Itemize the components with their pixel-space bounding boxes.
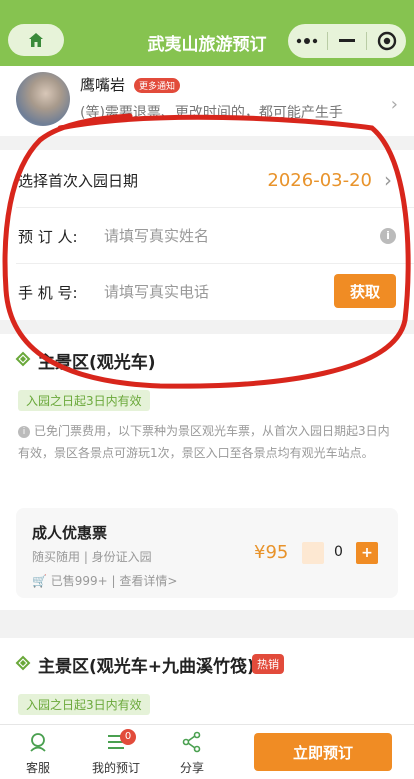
- more-dots-icon: [297, 38, 318, 44]
- hot-badge: 热销: [252, 654, 284, 674]
- chevron-right-icon: ›: [390, 94, 398, 115]
- book-now-button[interactable]: 立即预订: [254, 733, 392, 771]
- ticket-card: 成人优惠票 随买随用 | 身份证入园 🛒 已售999+ | 查看详情> ¥95 …: [16, 508, 398, 598]
- booker-row: 预 订 人: i: [0, 208, 414, 264]
- notice-avatar: [16, 72, 70, 126]
- service-icon: [30, 733, 46, 752]
- section-description: i 已免门票费用，以下票种为景区观光车票，从首次入园日期起3日内有效，景区各景点可…: [18, 420, 396, 464]
- notice-title: 鹰嘴岩: [80, 76, 126, 94]
- validity-tag: 入园之日起3日内有效: [18, 694, 150, 715]
- increase-button[interactable]: +: [356, 542, 378, 564]
- minimize-icon: [339, 39, 355, 42]
- section-title: 主景区(观光车): [38, 353, 156, 373]
- share-icon: [182, 731, 201, 753]
- ticket-name: 成人优惠票: [32, 524, 108, 542]
- info-circle-icon: i: [18, 425, 30, 438]
- cart-icon: 🛒: [32, 574, 47, 588]
- notice-badge: 更多通知: [134, 78, 181, 93]
- quantity-value: 0: [334, 544, 343, 560]
- info-icon[interactable]: i: [380, 228, 396, 244]
- close-button[interactable]: [367, 24, 406, 58]
- validity-tag: 入园之日起3日内有效: [18, 390, 150, 411]
- header-bar: 武夷山旅游预订: [0, 0, 414, 66]
- date-row[interactable]: 选择首次入园日期 2026-03-20 ›: [0, 152, 414, 208]
- minimize-button[interactable]: [328, 24, 367, 58]
- notice-text: (等)需要退票、更改时间的，都可能产生手: [80, 105, 343, 121]
- more-button[interactable]: [288, 24, 327, 58]
- phone-input[interactable]: [104, 280, 334, 304]
- ticket-sold[interactable]: 🛒 已售999+ | 查看详情>: [32, 572, 177, 589]
- ticket-usage: 随买随用 | 身份证入园: [32, 550, 152, 564]
- mini-program-capsule: [288, 24, 406, 58]
- ticket-section-main: 主景区(观光车) 入园之日起3日内有效 i 已免门票费用，以下票种为景区观光车票，…: [0, 334, 414, 610]
- bottom-action-bar: 客服 0 我的预订 分享 立即预订: [0, 724, 414, 779]
- notice-card[interactable]: 鹰嘴岩 更多通知 (等)需要退票、更改时间的，都可能产生手 ›: [0, 66, 414, 136]
- ticket-section-bamboo: 主景区(观光车+九曲溪竹筏) 热销 入园之日起3日内有效: [0, 638, 414, 724]
- booking-form: 选择首次入园日期 2026-03-20 › 预 订 人: i 手 机 号: 获取: [0, 150, 414, 320]
- decrease-button[interactable]: [302, 542, 324, 564]
- section-title: 主景区(观光车+九曲溪竹筏): [38, 657, 255, 677]
- tab-label: 我的预订: [91, 761, 140, 775]
- tab-label: 客服: [25, 761, 50, 775]
- orders-count-badge: 0: [120, 729, 136, 745]
- booker-name-input[interactable]: [104, 224, 334, 248]
- date-value: 2026-03-20: [267, 170, 372, 191]
- phone-label: 手 机 号:: [18, 284, 78, 302]
- tab-service[interactable]: 客服: [8, 731, 68, 776]
- description-text: 已免门票费用，以下票种为景区观光车票，从首次入园日期起3日内有效，景区各景点可游…: [18, 424, 390, 460]
- ticket-price: ¥95: [254, 542, 289, 563]
- get-phone-button[interactable]: 获取: [334, 274, 396, 308]
- date-label: 选择首次入园日期: [18, 172, 139, 190]
- tab-share[interactable]: 分享: [162, 731, 222, 776]
- tab-my-orders[interactable]: 0 我的预订: [86, 729, 146, 776]
- chevron-right-icon: ›: [384, 168, 392, 192]
- ticket-icon: [15, 655, 31, 671]
- booker-label: 预 订 人:: [18, 228, 78, 246]
- ticket-icon: [15, 351, 31, 367]
- tab-label: 分享: [179, 761, 204, 775]
- phone-row: 手 机 号: 获取: [0, 264, 414, 320]
- ticket-sold-text: 已售999+ | 查看详情>: [50, 574, 178, 588]
- close-target-icon: [377, 31, 396, 51]
